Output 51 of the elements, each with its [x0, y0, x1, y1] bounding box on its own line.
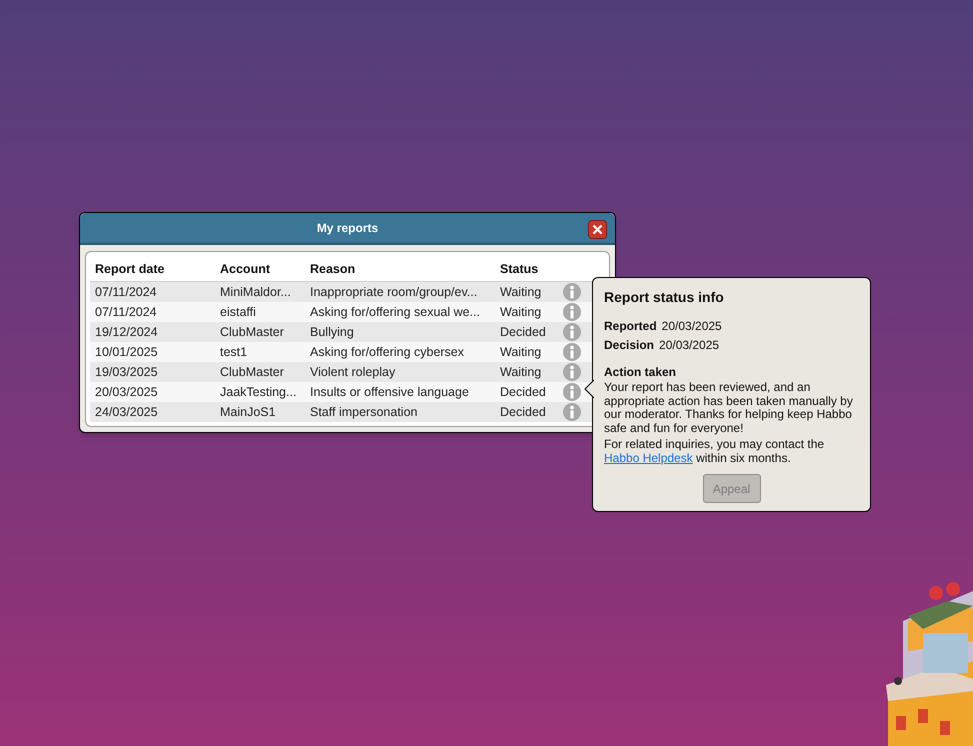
table-cell-text: MiniMaldor...	[220, 284, 292, 301]
table-cell-text: 24/03/2025	[94, 404, 159, 421]
table-cell-text: Insults or offensive language	[310, 384, 470, 401]
table-cell-text: 19/12/2024	[94, 324, 159, 341]
column-header: Status	[500, 261, 540, 278]
table-cell-text: 10/01/2025	[94, 344, 159, 361]
table-cell-text: Waiting	[500, 364, 542, 381]
info-icon[interactable]	[563, 383, 581, 401]
info-icon[interactable]	[563, 303, 581, 321]
helpdesk-link[interactable]: Habbo Helpdesk	[604, 450, 693, 464]
column-header: Report date	[94, 261, 166, 278]
table-cell-text: Decided	[500, 404, 547, 421]
window-title: My reports	[316, 220, 378, 237]
table-cell-text: Asking for/offering cybersex	[310, 344, 466, 361]
info-icon[interactable]	[563, 363, 581, 381]
table-cell-text: Waiting	[500, 284, 542, 301]
close-button[interactable]	[588, 220, 607, 239]
info-icon[interactable]	[563, 343, 581, 361]
table-cell-text: Inappropriate room/group/ev...	[310, 284, 478, 301]
table-cell-text: 19/03/2025	[94, 364, 159, 381]
table-cell-text: ClubMaster	[220, 364, 285, 381]
table-cell-text: Asking for/offering sexual we...	[310, 304, 481, 321]
column-header: Account	[220, 261, 271, 278]
table-cell-text: Violent roleplay	[310, 364, 396, 381]
table-cell-text: 07/11/2024	[94, 284, 158, 301]
close-icon	[592, 224, 603, 235]
table-cell-text: Decided	[500, 384, 547, 401]
table-cell-text: Decided	[500, 324, 547, 341]
column-header: Reason	[310, 261, 356, 278]
table-cell-text: 07/11/2024	[94, 304, 158, 321]
field-label: Decision	[604, 337, 654, 354]
action-description: Your report has been reviewed, and an appropriate action has been taken manually by our moderator. Thanks for helping keep Habbo safe and fun for everyone!	[604, 381, 854, 435]
field-value: 20/03/2025	[659, 337, 720, 354]
section-title: Action taken	[604, 364, 678, 381]
table-cell-text: Waiting	[500, 304, 542, 321]
table-cell-text: 20/03/2025	[94, 384, 159, 401]
table-cell-text: MainJoS1	[220, 404, 277, 421]
table-cell-text: JaakTesting...	[220, 384, 298, 401]
table-cell-text: Bullying	[310, 324, 355, 341]
table-cell-text: Waiting	[500, 344, 542, 361]
field-value: 20/03/2025	[662, 318, 722, 335]
info-icon[interactable]	[563, 323, 581, 341]
field-label: Reported	[604, 318, 657, 335]
table-cell-text: ClubMaster	[220, 324, 285, 341]
table-cell-text: test1	[220, 344, 248, 361]
popup-title: Report status info	[604, 288, 725, 307]
info-icon[interactable]	[563, 403, 581, 421]
contact-text: For related inquiries, you may contact the Habbo Helpdesk within six months.	[604, 438, 826, 465]
info-icon[interactable]	[563, 283, 581, 301]
table-cell-text: Staff impersonation	[310, 404, 418, 421]
table-cell-text: eistaffi	[220, 304, 257, 321]
